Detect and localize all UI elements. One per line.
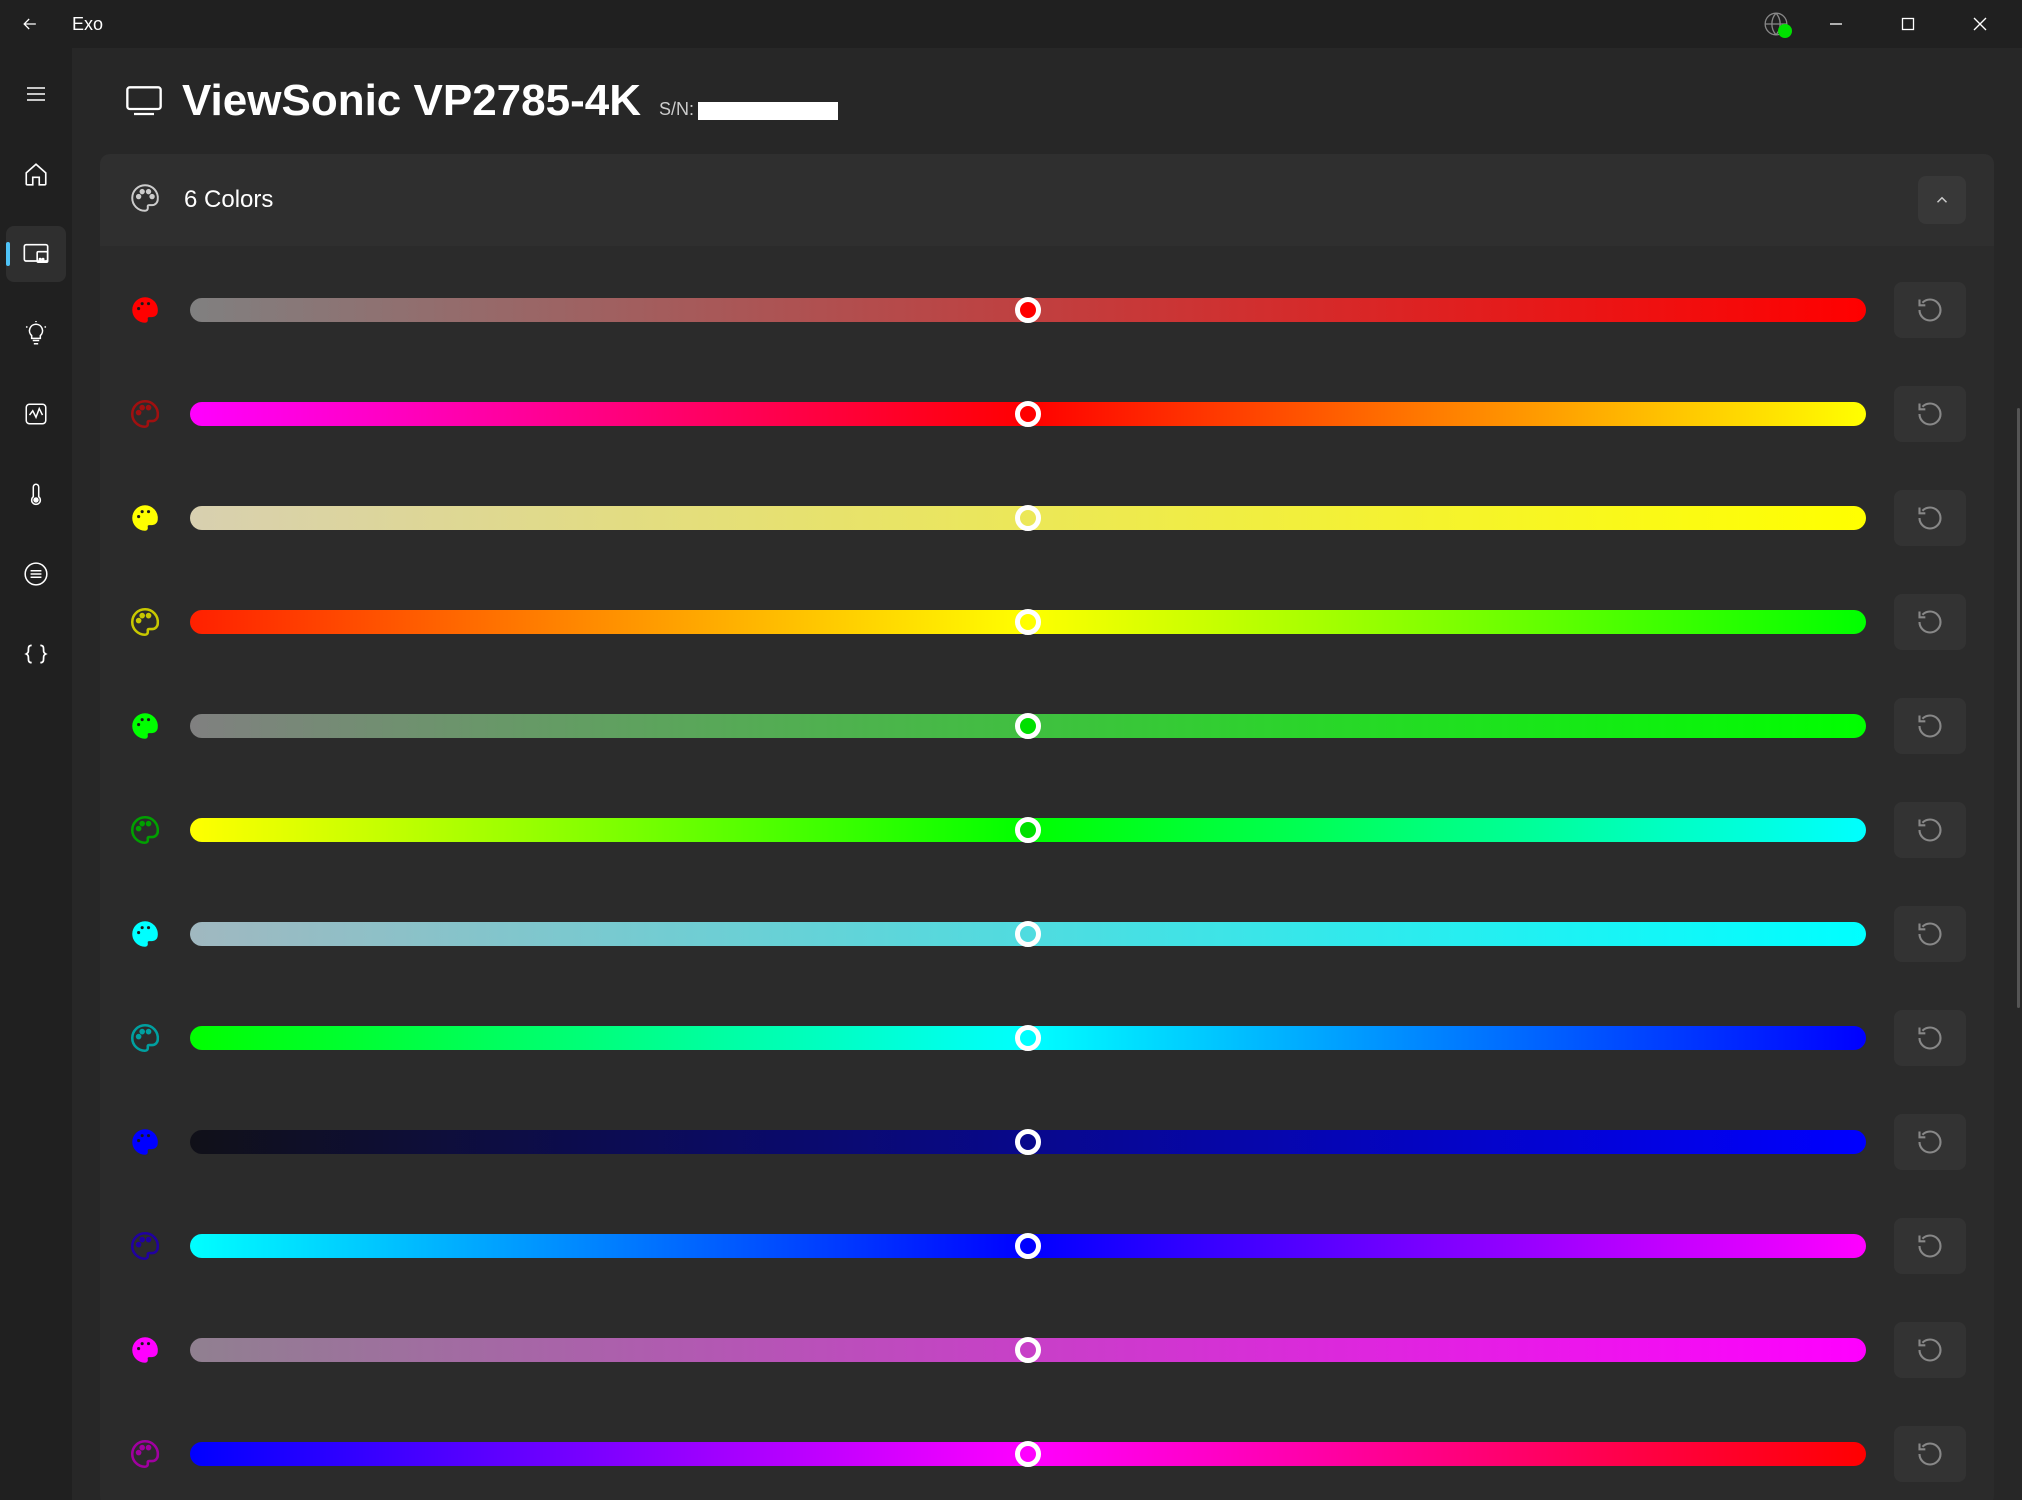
slider-thumb[interactable] [1015, 609, 1041, 635]
sidebar-menu-button[interactable] [6, 66, 66, 122]
sidebar-activity-button[interactable] [6, 386, 66, 442]
slider-row-cyan-sat [128, 906, 1966, 962]
slider-row-blue-hue [128, 1218, 1966, 1274]
slider-magenta-hue[interactable] [190, 1442, 1866, 1466]
panel-header: 6 Colors [100, 154, 1994, 246]
sidebar-temperature-button[interactable] [6, 466, 66, 522]
palette-icon [128, 397, 162, 431]
slider-row-yellow-hue [128, 594, 1966, 650]
palette-icon [128, 1437, 162, 1471]
sliders-list [100, 246, 1994, 1482]
slider-row-green-sat [128, 698, 1966, 754]
slider-thumb[interactable] [1015, 921, 1041, 947]
palette-icon [128, 709, 162, 743]
palette-icon [128, 1333, 162, 1367]
slider-yellow-sat[interactable] [190, 506, 1866, 530]
palette-icon [128, 181, 162, 220]
slider-row-yellow-sat [128, 490, 1966, 546]
content-area: ViewSonic VP2785-4K S/N: 6 Colors [72, 48, 2022, 1500]
reset-button[interactable] [1894, 1218, 1966, 1274]
back-button[interactable] [6, 0, 54, 48]
slider-thumb[interactable] [1015, 1441, 1041, 1467]
palette-icon [128, 1125, 162, 1159]
sidebar-code-button[interactable] [6, 626, 66, 682]
app-name: Exo [72, 14, 103, 35]
reset-button[interactable] [1894, 1426, 1966, 1482]
serial-number: S/N: [659, 99, 838, 120]
reset-button[interactable] [1894, 386, 1966, 442]
slider-thumb[interactable] [1015, 1025, 1041, 1051]
palette-icon [128, 501, 162, 535]
slider-row-red-hue [128, 386, 1966, 442]
monitor-icon [124, 79, 164, 124]
colors-panel: 6 Colors [100, 154, 1994, 1500]
reset-button[interactable] [1894, 1010, 1966, 1066]
slider-thumb[interactable] [1015, 1233, 1041, 1259]
slider-row-cyan-hue [128, 1010, 1966, 1066]
slider-green-hue[interactable] [190, 818, 1866, 842]
palette-icon [128, 813, 162, 847]
reset-button[interactable] [1894, 282, 1966, 338]
palette-icon [128, 293, 162, 327]
page-header: ViewSonic VP2785-4K S/N: [100, 76, 1994, 126]
serial-number-value [698, 102, 838, 120]
panel-title: 6 Colors [184, 186, 273, 214]
minimize-button[interactable] [1800, 0, 1872, 48]
collapse-button[interactable] [1918, 176, 1966, 224]
slider-thumb[interactable] [1015, 1129, 1041, 1155]
slider-row-red-sat [128, 282, 1966, 338]
palette-icon [128, 917, 162, 951]
device-name: ViewSonic VP2785-4K [182, 76, 641, 126]
palette-icon [128, 1021, 162, 1055]
slider-thumb[interactable] [1015, 817, 1041, 843]
slider-magenta-sat[interactable] [190, 1338, 1866, 1362]
slider-thumb[interactable] [1015, 297, 1041, 323]
palette-icon [128, 605, 162, 639]
palette-icon [128, 1229, 162, 1263]
reset-button[interactable] [1894, 1322, 1966, 1378]
slider-thumb[interactable] [1015, 505, 1041, 531]
sidebar [0, 48, 72, 1500]
reset-button[interactable] [1894, 490, 1966, 546]
sidebar-list-button[interactable] [6, 546, 66, 602]
reset-button[interactable] [1894, 1114, 1966, 1170]
slider-row-green-hue [128, 802, 1966, 858]
reset-button[interactable] [1894, 594, 1966, 650]
slider-red-sat[interactable] [190, 298, 1866, 322]
slider-red-hue[interactable] [190, 402, 1866, 426]
slider-thumb[interactable] [1015, 401, 1041, 427]
slider-thumb[interactable] [1015, 713, 1041, 739]
slider-yellow-hue[interactable] [190, 610, 1866, 634]
slider-cyan-hue[interactable] [190, 1026, 1866, 1050]
sidebar-home-button[interactable] [6, 146, 66, 202]
globe-status-icon[interactable] [1752, 0, 1800, 48]
slider-row-blue-sat [128, 1114, 1966, 1170]
slider-row-magenta-sat [128, 1322, 1966, 1378]
slider-green-sat[interactable] [190, 714, 1866, 738]
slider-cyan-sat[interactable] [190, 922, 1866, 946]
reset-button[interactable] [1894, 906, 1966, 962]
slider-thumb[interactable] [1015, 1337, 1041, 1363]
maximize-button[interactable] [1872, 0, 1944, 48]
slider-blue-sat[interactable] [190, 1130, 1866, 1154]
reset-button[interactable] [1894, 698, 1966, 754]
sidebar-light-button[interactable] [6, 306, 66, 362]
slider-blue-hue[interactable] [190, 1234, 1866, 1258]
sidebar-display-button[interactable] [6, 226, 66, 282]
scrollbar[interactable] [2017, 408, 2020, 1008]
close-button[interactable] [1944, 0, 2016, 48]
titlebar: Exo [0, 0, 2022, 48]
slider-row-magenta-hue [128, 1426, 1966, 1482]
reset-button[interactable] [1894, 802, 1966, 858]
